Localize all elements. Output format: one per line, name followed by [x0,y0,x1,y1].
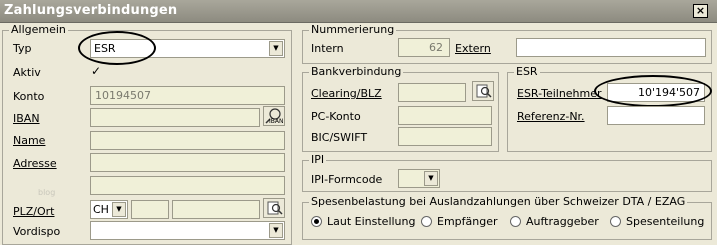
name-label: Name [13,134,46,147]
plz-ort-label: PLZ/Ort [13,205,55,218]
iban-field[interactable] [90,108,260,127]
clearing-label: Clearing/BLZ [311,87,382,100]
esr-teilnehmer-value: 10'194'507 [637,86,700,99]
typ-select-value: ESR [94,42,116,55]
iban-icon-text: IBAN [269,118,284,125]
adresse-field-2[interactable] [90,176,285,195]
aktiv-label: Aktiv [13,66,41,79]
esr-teilnehmer-field[interactable]: 10'194'507 [607,83,705,102]
adresse-field-1[interactable] [90,153,285,172]
typ-select[interactable]: ESR ▼ [90,39,285,58]
intern-label: Intern [311,42,344,55]
esr-group-title: ESR [514,65,540,78]
window-title: Zahlungsverbindungen [4,3,178,18]
intern-field[interactable]: 62 [398,38,450,57]
nummerierung-group-title: Nummerierung [309,23,397,36]
ipi-group-title: IPI [309,153,327,166]
radio-empfaenger[interactable] [421,216,432,227]
allgemein-group-title: Allgemein [9,23,68,36]
country-chevron-down-icon[interactable]: ▼ [112,202,126,217]
search-icon[interactable] [263,198,285,218]
radio-auftraggeber-label: Auftraggeber [526,215,599,228]
ipi-formcode-select[interactable]: ▼ [398,169,440,188]
chevron-down-icon[interactable]: ▼ [269,41,283,56]
watermark-text: blog [38,188,56,197]
ort-field[interactable] [172,200,260,219]
bankverbindung-group-title: Bankverbindung [309,65,404,78]
radio-laut-einstellung[interactable] [311,216,322,227]
iban-icon[interactable]: IBAN [263,106,285,126]
clearing-search-icon[interactable] [472,81,494,101]
referenz-label: Referenz-Nr. [517,110,585,123]
extern-label: Extern [455,42,491,55]
close-button[interactable]: × [693,4,708,18]
bic-label: BIC/SWIFT [311,131,368,144]
radio-spesenteilung-label: Spesenteilung [626,215,705,228]
ipi-chevron-down-icon[interactable]: ▼ [424,171,438,186]
ipi-formcode-label: IPI-Formcode [311,173,383,186]
bic-field[interactable] [398,127,492,146]
name-field[interactable] [90,131,285,150]
vordispo-chevron-down-icon[interactable]: ▼ [269,223,283,238]
plz-field[interactable] [131,200,169,219]
referenz-field[interactable] [607,106,705,125]
esr-teilnehmer-label: ESR-Teilnehmer [517,87,602,100]
radio-spesenteilung[interactable] [610,216,621,227]
spesen-group-title: Spesenbelastung bei Auslandzahlungen übe… [309,195,688,208]
typ-label: Typ [13,42,32,55]
radio-empfaenger-label: Empfänger [437,215,498,228]
radio-laut-einstellung-label: Laut Einstellung [327,215,416,228]
pc-konto-label: PC-Konto [311,110,361,123]
konto-label: Konto [13,90,45,103]
country-select[interactable]: CH ▼ [90,200,128,219]
country-select-value: CH [93,203,109,216]
aktiv-checkbox[interactable]: ✓ [91,64,101,78]
adresse-label: Adresse [13,157,57,170]
extern-field[interactable] [516,38,706,57]
vordispo-select[interactable]: ▼ [90,221,285,240]
vordispo-label: Vordispo [13,225,61,238]
konto-field[interactable]: 10194507 [90,86,285,105]
clearing-field[interactable] [398,83,466,102]
iban-label: IBAN [13,112,40,125]
pc-konto-field[interactable] [398,106,492,125]
radio-auftraggeber[interactable] [510,216,521,227]
